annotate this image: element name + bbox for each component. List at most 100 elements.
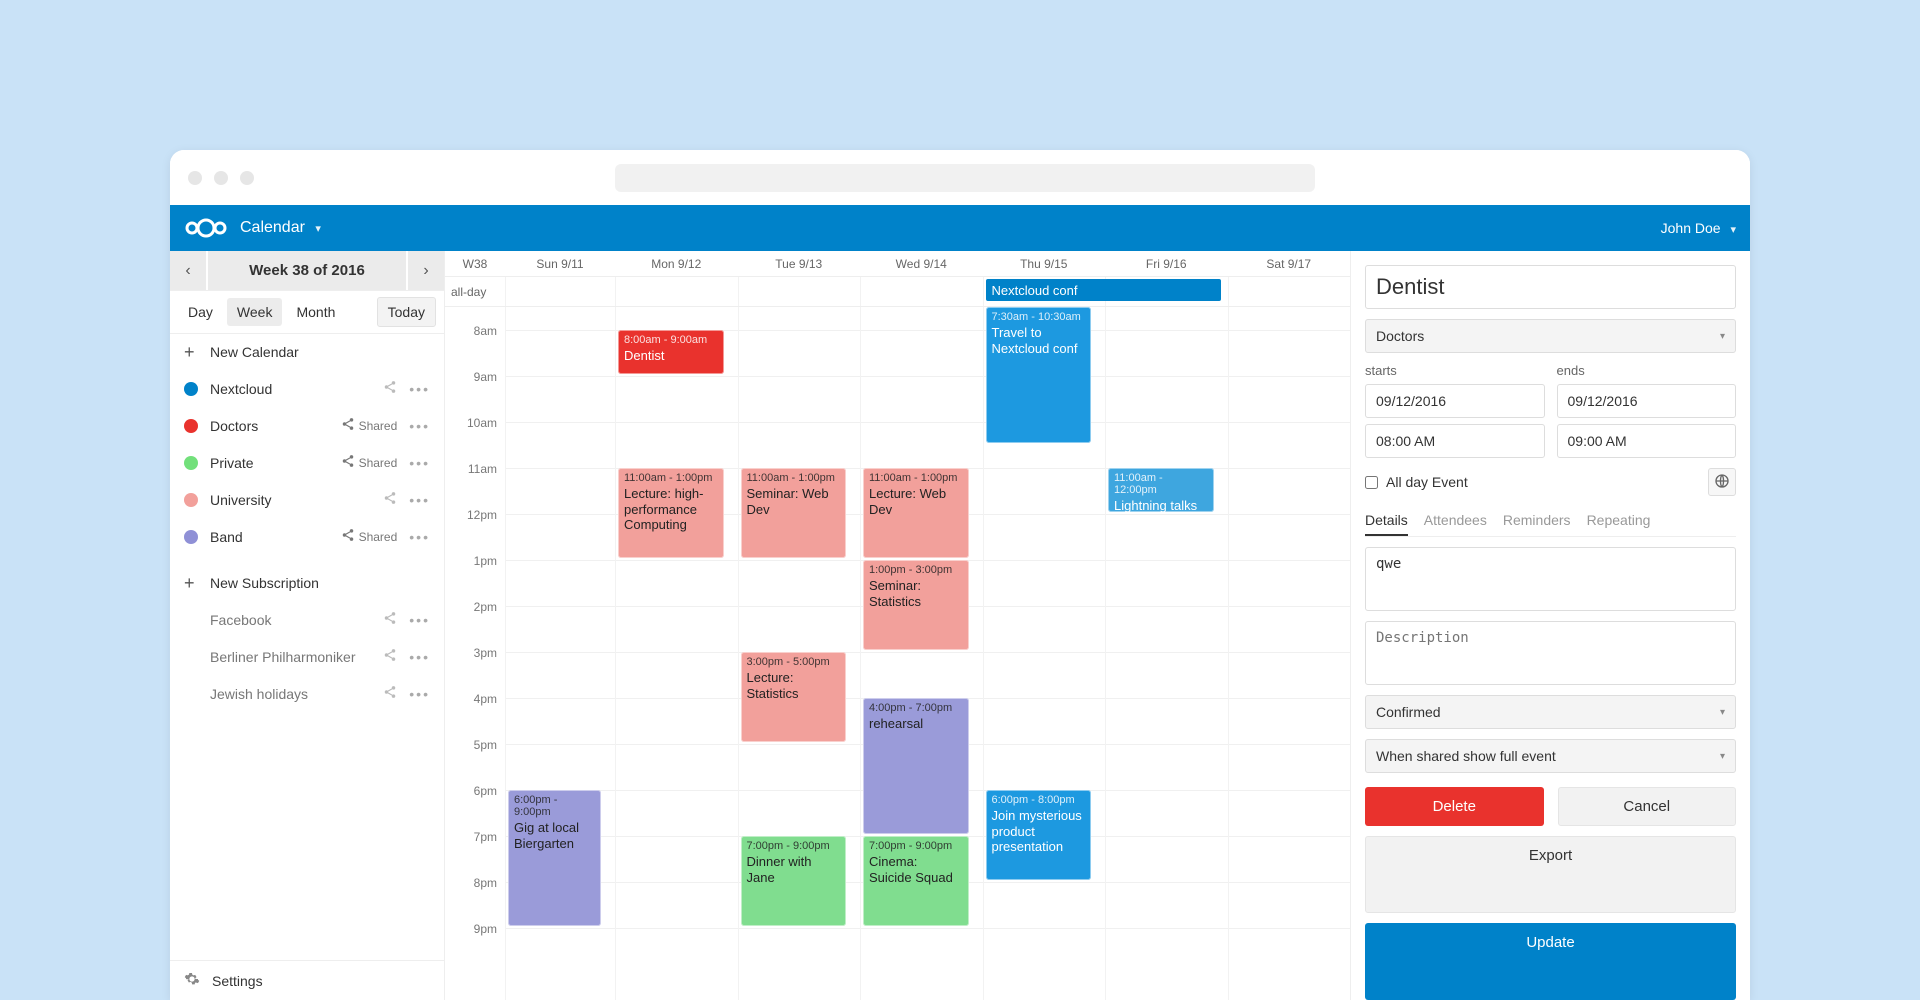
- tab-details[interactable]: Details: [1365, 506, 1408, 536]
- share-icon[interactable]: [383, 648, 397, 665]
- shared-indicator: Shared: [341, 417, 398, 434]
- calendar-event[interactable]: 1:00pm - 3:00pmSeminar: Statistics: [863, 560, 969, 650]
- new-subscription-button[interactable]: + New Subscription: [170, 565, 444, 601]
- more-icon[interactable]: •••: [409, 492, 430, 508]
- share-icon[interactable]: [383, 491, 397, 508]
- event-title: Seminar: Statistics: [869, 578, 921, 609]
- hour-label: 3pm: [447, 646, 497, 660]
- hour-label: 4pm: [447, 692, 497, 706]
- timezone-button[interactable]: [1708, 468, 1736, 496]
- day-header: Mon 9/12: [615, 257, 738, 271]
- day-header: Thu 9/15: [983, 257, 1106, 271]
- calendar-event[interactable]: 6:00pm - 9:00pmGig at local Biergarten: [508, 790, 601, 926]
- delete-button[interactable]: Delete: [1365, 787, 1544, 826]
- tab-repeating[interactable]: Repeating: [1587, 506, 1651, 536]
- calendar-event[interactable]: 7:00pm - 9:00pmCinema: Suicide Squad: [863, 836, 969, 926]
- browser-titlebar: [170, 150, 1750, 205]
- today-button[interactable]: Today: [377, 297, 436, 327]
- calendar-item[interactable]: PrivateShared•••: [170, 444, 444, 481]
- plus-icon: +: [184, 345, 198, 359]
- subscription-item[interactable]: Jewish holidays •••: [170, 675, 444, 712]
- next-week-button[interactable]: ›: [408, 251, 444, 290]
- hour-label: 8am: [447, 324, 497, 338]
- calendar-event[interactable]: 4:00pm - 7:00pmrehearsal: [863, 698, 969, 834]
- start-date-input[interactable]: [1365, 384, 1545, 418]
- status-select[interactable]: Confirmed ▾: [1365, 695, 1736, 729]
- event-title: Join mysterious product presentation: [992, 808, 1082, 854]
- update-button[interactable]: Update: [1365, 923, 1736, 1000]
- share-icon[interactable]: [383, 611, 397, 628]
- week-label[interactable]: Week 38 of 2016: [208, 251, 406, 290]
- calendar-grid: W38 Sun 9/11 Mon 9/12 Tue 9/13 Wed 9/14 …: [445, 251, 1350, 1000]
- share-icon: [341, 417, 355, 434]
- calendar-event[interactable]: 7:30am - 10:30amTravel to Nextcloud conf: [986, 307, 1092, 443]
- share-icon: [341, 528, 355, 545]
- more-icon[interactable]: •••: [409, 381, 430, 397]
- calendar-event[interactable]: 6:00pm - 8:00pm Join mysterious product p…: [986, 790, 1092, 880]
- more-icon[interactable]: •••: [409, 418, 430, 434]
- calendar-item[interactable]: BandShared•••: [170, 518, 444, 555]
- more-icon[interactable]: •••: [409, 529, 430, 545]
- calendar-event[interactable]: 11:00am - 1:00pmLecture: Web Dev: [863, 468, 969, 558]
- app-switcher[interactable]: Calendar ▾: [240, 219, 321, 237]
- start-time-input[interactable]: [1365, 424, 1545, 458]
- share-icon[interactable]: [383, 685, 397, 702]
- end-date-input[interactable]: [1557, 384, 1737, 418]
- calendar-name: University: [210, 492, 371, 508]
- calendar-item[interactable]: DoctorsShared•••: [170, 407, 444, 444]
- share-icon[interactable]: [383, 380, 397, 397]
- description-input[interactable]: [1365, 621, 1736, 685]
- event-title-input[interactable]: [1365, 265, 1736, 309]
- calendar-event[interactable]: 7:00pm - 9:00pmDinner with Jane: [741, 836, 847, 926]
- cancel-button[interactable]: Cancel: [1558, 787, 1737, 826]
- view-week-button[interactable]: Week: [227, 298, 283, 326]
- more-icon[interactable]: •••: [409, 686, 430, 702]
- subscription-item[interactable]: Facebook•••: [170, 601, 444, 638]
- globe-icon: [1714, 473, 1730, 492]
- calendar-day-header: W38 Sun 9/11 Mon 9/12 Tue 9/13 Wed 9/14 …: [445, 251, 1350, 277]
- calendar-color-dot: [184, 493, 198, 507]
- more-icon[interactable]: •••: [409, 612, 430, 628]
- view-day-button[interactable]: Day: [178, 298, 223, 326]
- window-dot[interactable]: [188, 171, 202, 185]
- hour-label: 11am: [447, 462, 497, 476]
- tab-attendees[interactable]: Attendees: [1424, 506, 1487, 536]
- view-month-button[interactable]: Month: [286, 298, 345, 326]
- more-icon[interactable]: •••: [409, 455, 430, 471]
- calendar-item[interactable]: Nextcloud •••: [170, 370, 444, 407]
- calendar-event[interactable]: 8:00am - 9:00amDentist: [618, 330, 724, 374]
- allday-checkbox[interactable]: [1365, 476, 1378, 489]
- location-input[interactable]: qwe: [1365, 547, 1736, 611]
- window-controls: [188, 171, 254, 185]
- calendar-event[interactable]: 11:00am - 1:00pmLecture: high-performanc…: [618, 468, 724, 558]
- event-calendar-select[interactable]: Doctors ▾: [1365, 319, 1736, 353]
- privacy-select[interactable]: When shared show full event ▾: [1365, 739, 1736, 773]
- more-icon[interactable]: •••: [409, 649, 430, 665]
- event-time: 11:00am - 1:00pm: [747, 472, 841, 484]
- user-menu[interactable]: John Doe ▾: [1661, 220, 1736, 236]
- calendar-item[interactable]: University •••: [170, 481, 444, 518]
- allday-event[interactable]: Nextcloud conf: [986, 279, 1221, 301]
- new-calendar-button[interactable]: + New Calendar: [170, 334, 444, 370]
- address-bar[interactable]: [615, 164, 1315, 192]
- calendar-event[interactable]: 11:00am - 12:00pmLightning talks: [1108, 468, 1214, 512]
- allday-checkbox-wrap[interactable]: All day Event: [1365, 474, 1468, 490]
- prev-week-button[interactable]: ‹: [170, 251, 206, 290]
- calendar-name: Nextcloud: [210, 381, 371, 397]
- calendar-event[interactable]: 3:00pm - 5:00pmLecture: Statistics: [741, 652, 847, 742]
- subscription-item[interactable]: Berliner Philharmoniker•••: [170, 638, 444, 675]
- window-dot[interactable]: [214, 171, 228, 185]
- event-time: 6:00pm - 8:00pm: [992, 794, 1086, 806]
- subscription-name: Jewish holidays: [210, 686, 371, 702]
- day-header: Sun 9/11: [505, 257, 615, 271]
- tab-reminders[interactable]: Reminders: [1503, 506, 1571, 536]
- end-time-input[interactable]: [1557, 424, 1737, 458]
- nextcloud-logo-icon[interactable]: [184, 217, 228, 239]
- export-button[interactable]: Export: [1365, 836, 1736, 913]
- gear-icon: [184, 971, 200, 990]
- calendar-event[interactable]: 11:00am - 1:00pmSeminar: Web Dev: [741, 468, 847, 558]
- window-dot[interactable]: [240, 171, 254, 185]
- app-title: Calendar: [240, 219, 305, 236]
- calendar-body[interactable]: 8am9am10am11am12pm1pm2pm3pm4pm5pm6pm7pm8…: [445, 307, 1350, 1000]
- settings-button[interactable]: Settings: [170, 961, 444, 1000]
